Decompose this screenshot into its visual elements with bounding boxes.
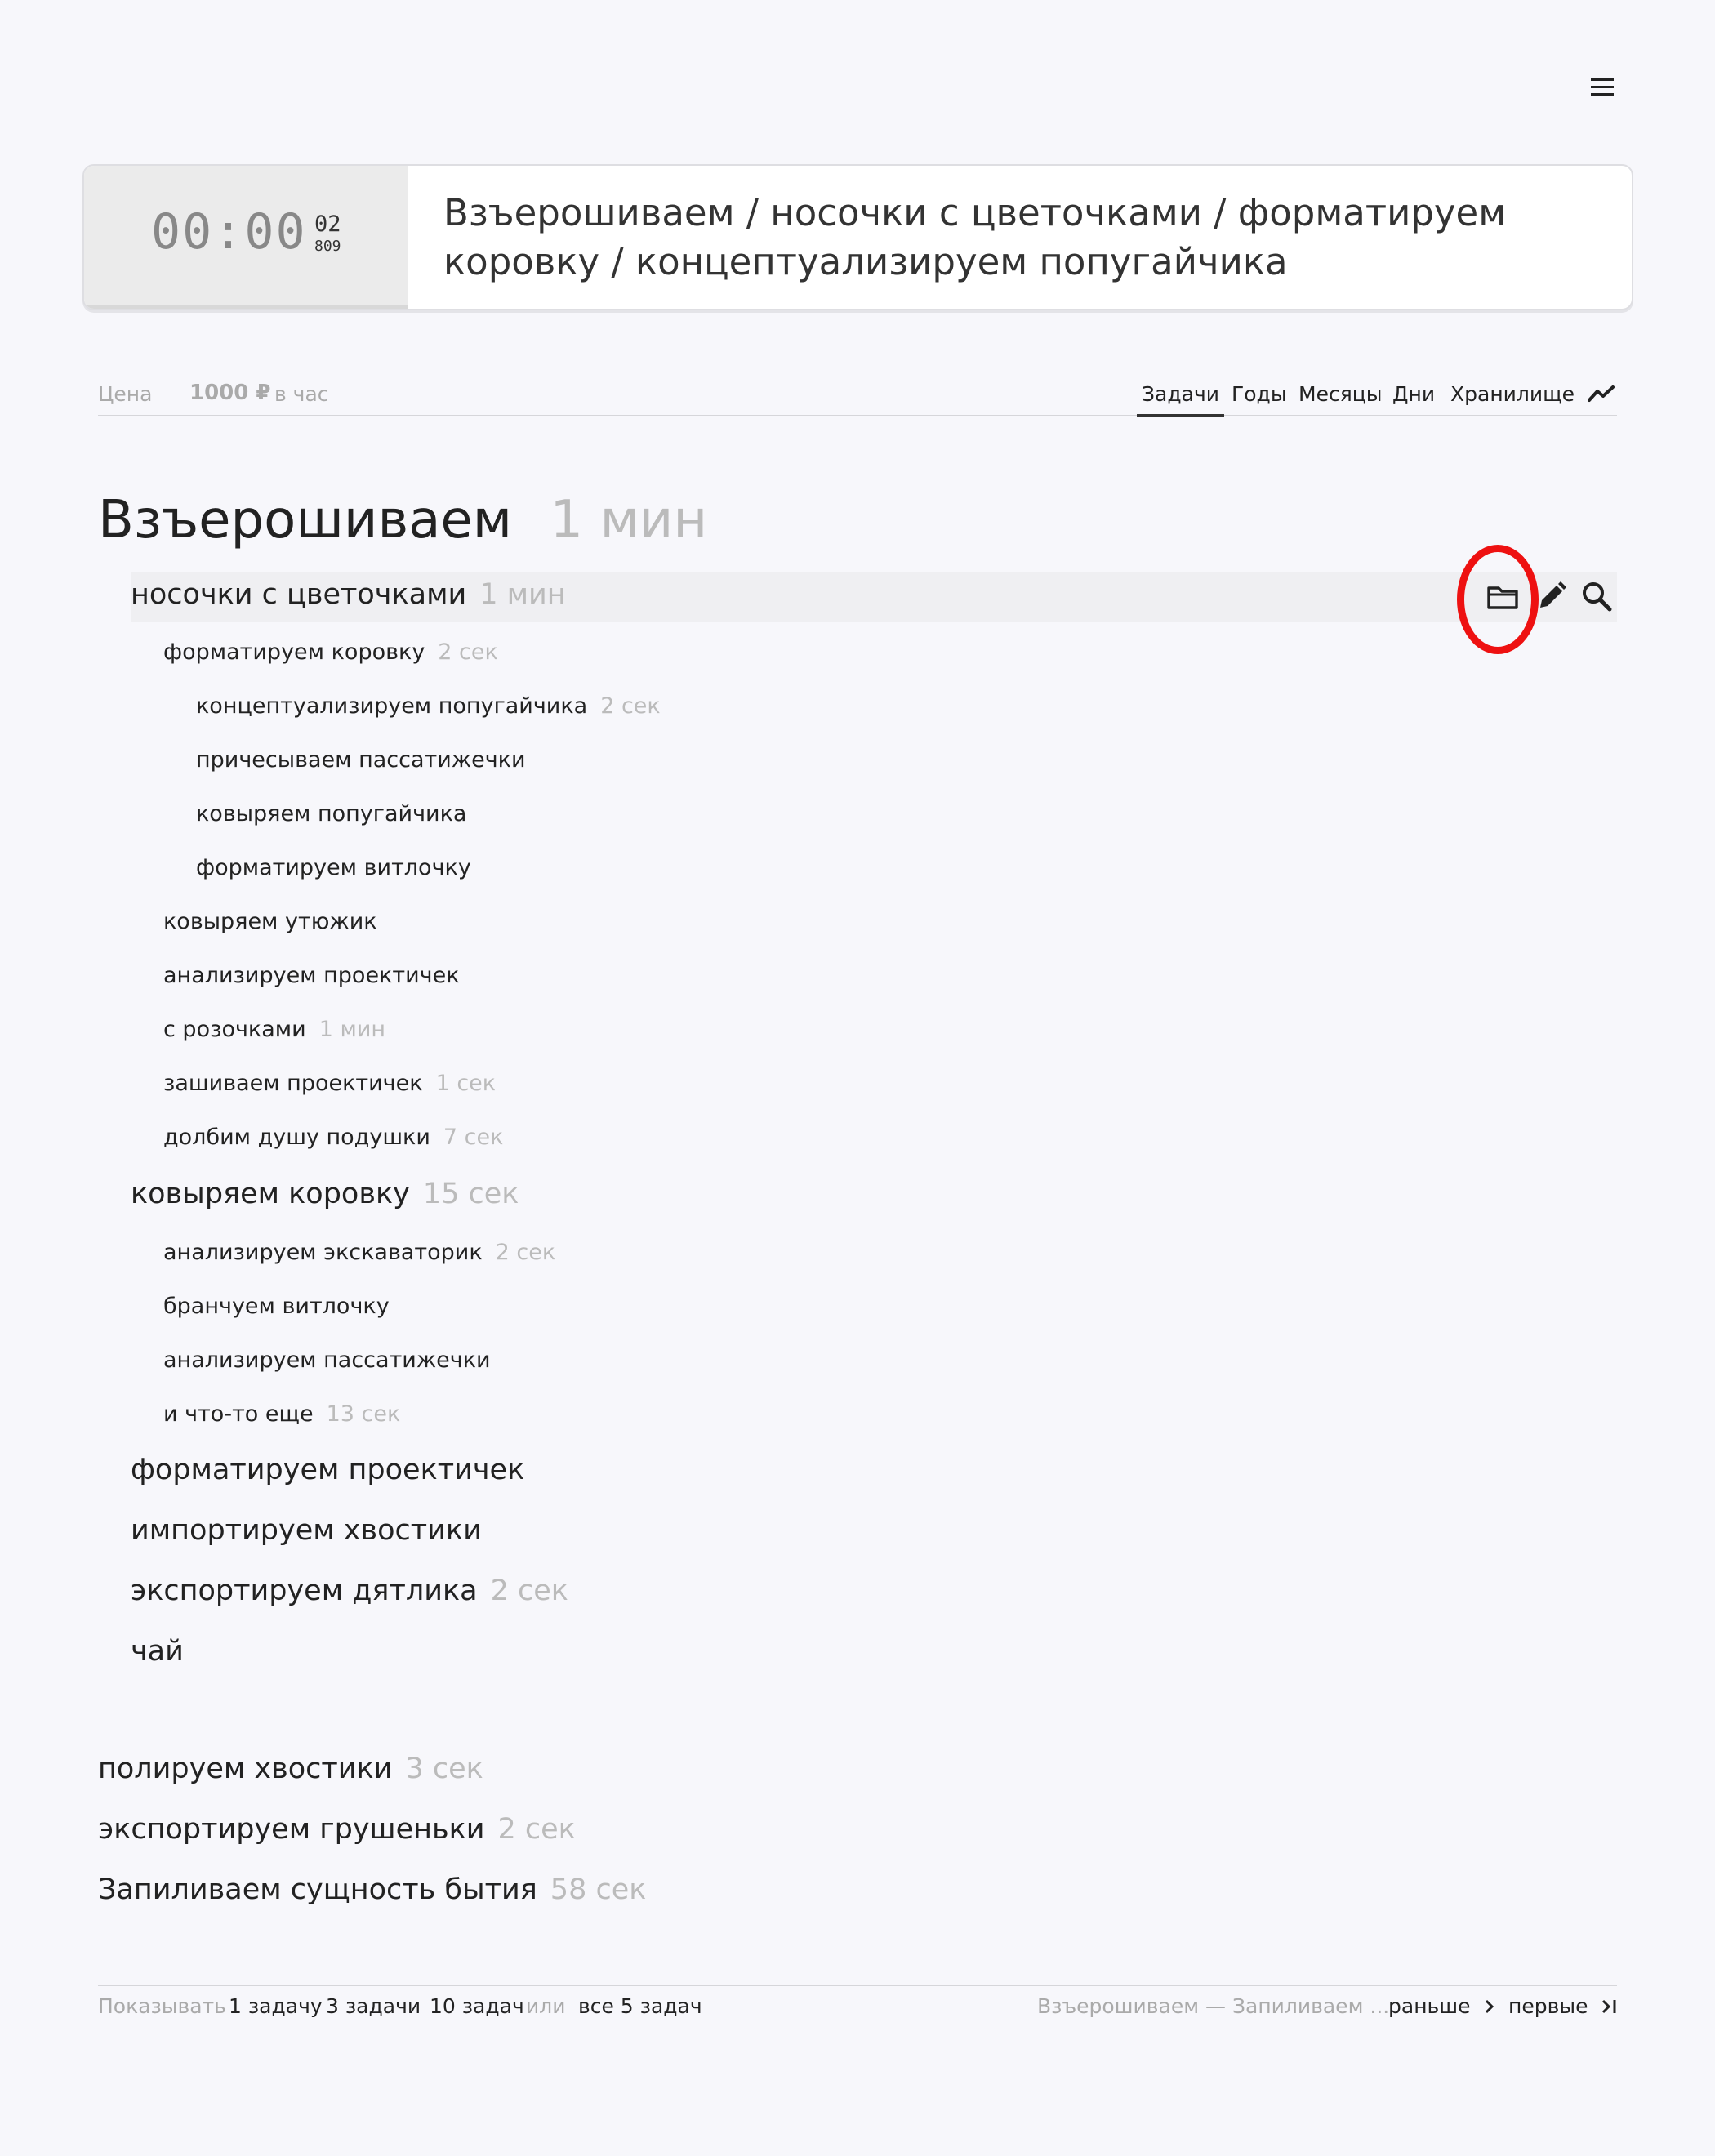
project-title[interactable]: Взъерошиваем 1 мин <box>98 490 707 550</box>
task-row[interactable]: зашиваем проектичек 1 сек <box>163 1071 496 1096</box>
project-row[interactable]: экспортируем грушеньки 2 сек <box>98 1813 576 1846</box>
task-label: форматируем витлочку <box>196 855 471 880</box>
task-duration: 1 мин <box>318 1017 386 1042</box>
task-label: носочки с цветочками <box>131 578 467 611</box>
task-duration: 15 сек <box>422 1178 519 1210</box>
project-duration: 3 сек <box>405 1753 483 1785</box>
timer-display[interactable]: 00:00 02 809 <box>84 166 408 309</box>
task-row[interactable]: чай <box>131 1635 184 1668</box>
task-label: зашиваем проектичек <box>163 1071 423 1096</box>
task-row[interactable]: анализируем проектичек <box>163 963 460 988</box>
task-row[interactable]: причесываем пассатижечки <box>196 747 526 773</box>
show-3-button[interactable]: 3 задачи <box>326 1994 421 2018</box>
task-duration: 2 сек <box>600 693 661 719</box>
task-row[interactable]: анализируем пассатижечки <box>163 1348 491 1373</box>
first-button[interactable]: первые <box>1508 1994 1620 2018</box>
tab-tasks[interactable]: Задачи <box>1137 382 1224 417</box>
task-row[interactable]: с розочками 1 мин <box>163 1017 385 1042</box>
task-label: с розочками <box>163 1017 306 1042</box>
tab-months[interactable]: Месяцы <box>1298 382 1383 406</box>
task-duration: 2 сек <box>438 639 498 665</box>
task-label: анализируем пассатижечки <box>163 1348 491 1373</box>
search-icon[interactable] <box>1577 577 1618 617</box>
price-unit: в час <box>274 382 329 406</box>
tab-days[interactable]: Дни <box>1392 382 1435 406</box>
pencil-icon[interactable] <box>1532 577 1573 617</box>
footer-pager: Показывать 1 задачу 3 задачи 10 задач ил… <box>98 1984 1617 2027</box>
task-row[interactable]: и что-то еще 13 сек <box>163 1401 400 1427</box>
task-label: форматируем коровку <box>163 639 425 665</box>
task-row[interactable]: экспортируем дятлика 2 сек <box>131 1575 568 1607</box>
task-label: форматируем проектичек <box>131 1454 525 1486</box>
trend-icon[interactable] <box>1588 384 1615 403</box>
task-row[interactable]: импортируем хвостики <box>131 1514 482 1547</box>
project-duration: 2 сек <box>497 1813 576 1846</box>
tab-storage[interactable]: Хранилище <box>1450 382 1575 406</box>
task-row[interactable]: анализируем экскаваторик 2 сек <box>163 1240 555 1265</box>
task-label: анализируем экскаваторик <box>163 1240 483 1265</box>
task-duration: 13 сек <box>326 1401 401 1427</box>
task-label: бранчуем витлочку <box>163 1294 390 1319</box>
show-all-button[interactable]: все 5 задач <box>578 1994 702 2018</box>
task-label: чай <box>131 1635 184 1668</box>
task-label: импортируем хвостики <box>131 1514 482 1547</box>
task-label: причесываем пассатижечки <box>196 747 526 773</box>
range-label: Взъерошиваем — Запиливаем ... <box>1037 1994 1390 2018</box>
task-label: долбим душу подушки <box>163 1125 430 1150</box>
task-label: и что-то еще <box>163 1401 314 1427</box>
task-duration: 1 мин <box>479 578 566 611</box>
task-row[interactable]: долбим душу подушки 7 сек <box>163 1125 503 1150</box>
show-1-button[interactable]: 1 задачу <box>229 1994 323 2018</box>
task-row[interactable]: ковыряем коровку 15 сек <box>131 1178 519 1210</box>
chevron-right-icon <box>1486 1999 1494 2014</box>
earlier-label: раньше <box>1388 1994 1471 2018</box>
task-duration: 7 сек <box>443 1125 504 1150</box>
task-row[interactable]: ковыряем утюжик <box>163 909 377 934</box>
task-label: экспортируем дятлика <box>131 1575 478 1607</box>
task-label: анализируем проектичек <box>163 963 460 988</box>
menu-icon[interactable] <box>1586 75 1619 100</box>
task-row[interactable]: носочки с цветочками 1 мин <box>131 578 566 611</box>
or-label: или <box>526 1994 566 2018</box>
task-row[interactable]: бранчуем витлочку <box>163 1294 390 1319</box>
timer-card: 00:00 02 809 Взъерошиваем / носочки с цв… <box>82 164 1633 310</box>
task-row[interactable]: форматируем витлочку <box>196 855 471 880</box>
first-label: первые <box>1508 1994 1588 2018</box>
timer-main: 00:00 <box>151 203 307 261</box>
tab-years[interactable]: Годы <box>1232 382 1287 406</box>
timer-seconds: 02 <box>314 212 341 237</box>
folder-icon[interactable] <box>1482 577 1523 617</box>
task-duration: 2 сек <box>495 1240 556 1265</box>
project-row[interactable]: Запиливаем сущность бытия 58 сек <box>98 1873 646 1906</box>
task-duration: 2 сек <box>490 1575 568 1607</box>
current-task-path[interactable]: Взъерошиваем / носочки с цветочками / фо… <box>443 189 1570 287</box>
task-label: ковыряем утюжик <box>163 909 377 934</box>
task-label: ковыряем коровку <box>131 1178 410 1210</box>
task-row[interactable]: ковыряем попугайчика <box>196 801 466 826</box>
skip-to-end-icon <box>1602 1999 1616 2014</box>
task-label: концептуализируем попугайчика <box>196 693 588 719</box>
show-label: Показывать <box>98 1994 226 2018</box>
earlier-button[interactable]: раньше <box>1388 1994 1496 2018</box>
project-label: Запиливаем сущность бытия <box>98 1873 537 1906</box>
project-duration: 1 мин <box>550 490 708 550</box>
project-row[interactable]: полируем хвостики 3 сек <box>98 1753 483 1785</box>
project-label: экспортируем грушеньки <box>98 1813 485 1846</box>
project-title-label: Взъерошиваем <box>98 490 513 550</box>
price-label: Цена <box>98 382 153 406</box>
task-row[interactable]: концептуализируем попугайчика 2 сек <box>196 693 661 719</box>
project-label: полируем хвостики <box>98 1753 393 1785</box>
price-value[interactable]: 1000 ₽ <box>189 381 271 405</box>
task-label: ковыряем попугайчика <box>196 801 467 826</box>
task-duration: 1 сек <box>435 1071 497 1096</box>
project-duration: 58 сек <box>550 1873 647 1906</box>
meta-row: Цена 1000 ₽ в час Задачи Годы Месяцы Дни… <box>98 377 1617 417</box>
timer-millis: 809 <box>314 238 341 255</box>
show-10-button[interactable]: 10 задач <box>430 1994 524 2018</box>
task-row[interactable]: форматируем коровку 2 сек <box>163 639 498 665</box>
task-row[interactable]: форматируем проектичек <box>131 1454 524 1486</box>
